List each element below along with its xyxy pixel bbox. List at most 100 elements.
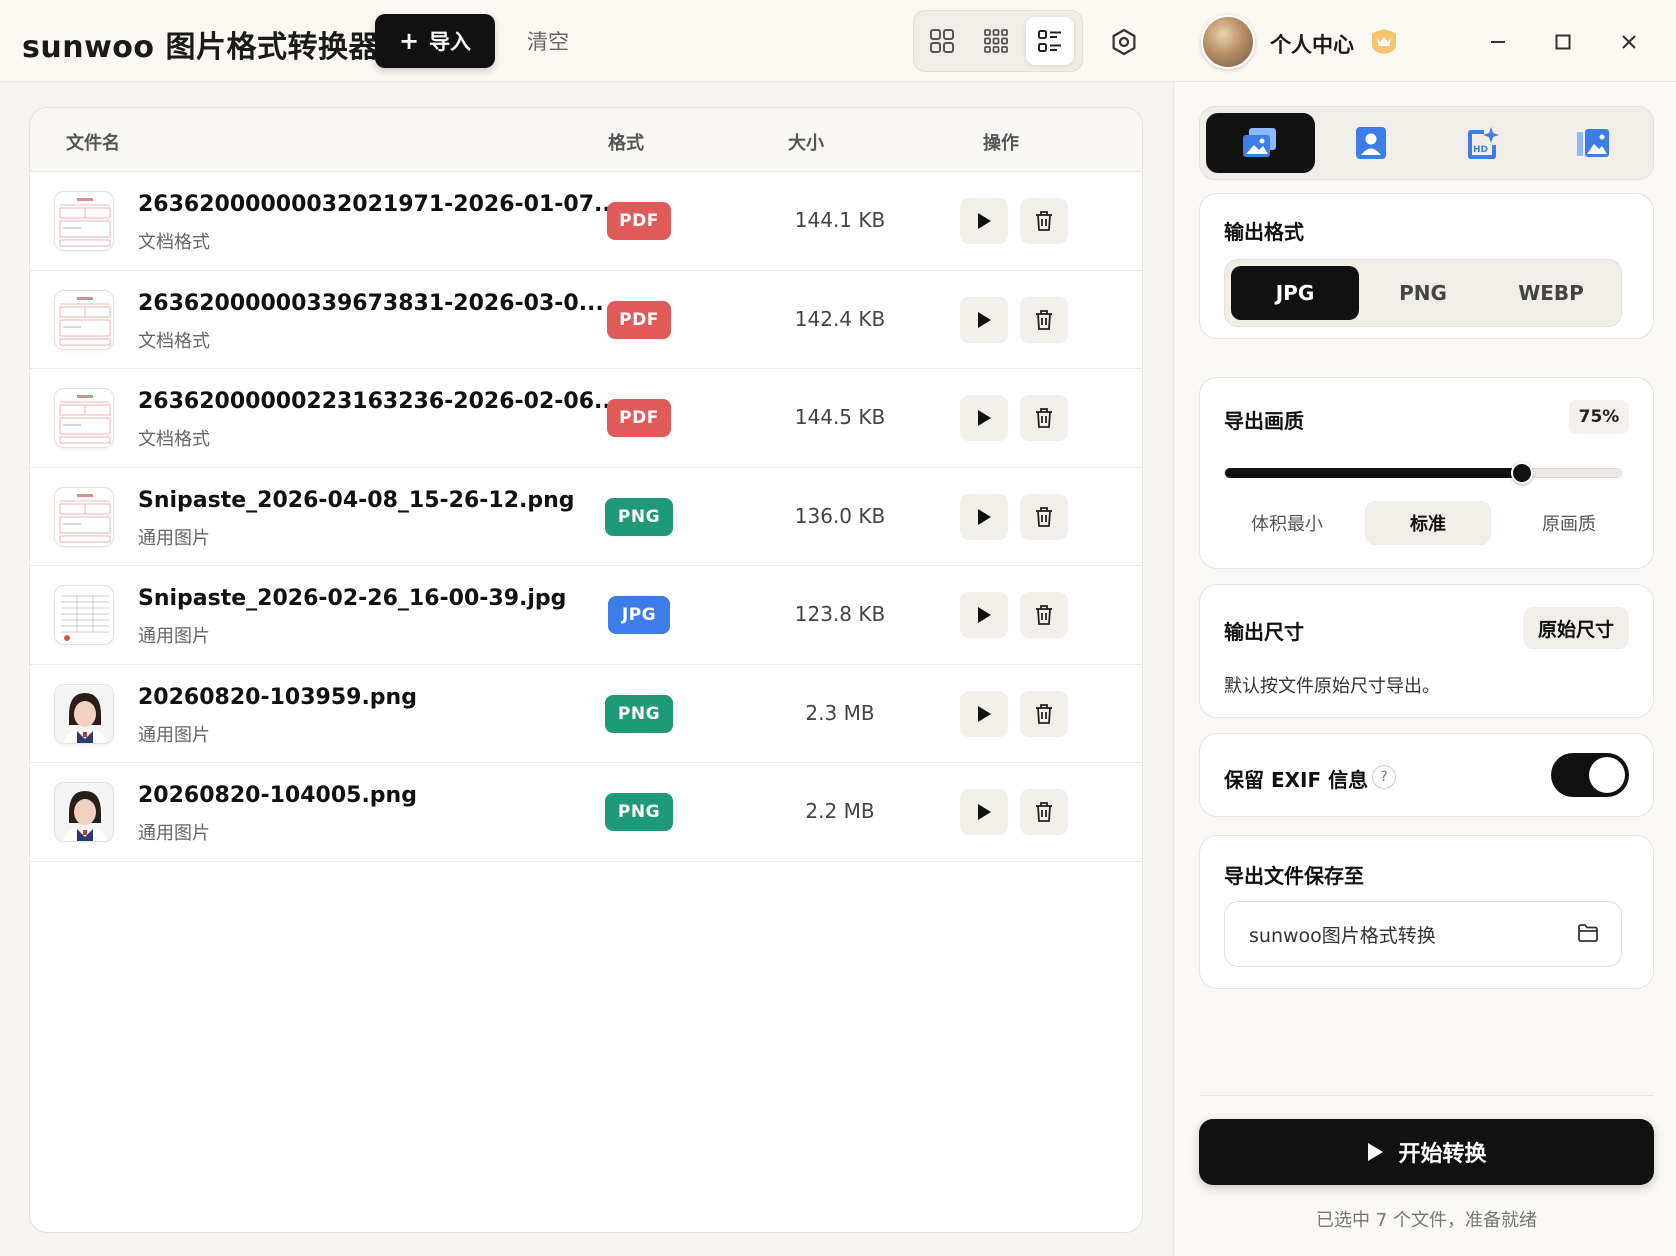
file-size: 2.3 MB bbox=[805, 700, 875, 725]
format-badge: PNG bbox=[605, 497, 673, 536]
tab-batch-tools[interactable] bbox=[1538, 113, 1647, 173]
save-path-field[interactable]: sunwoo图片格式转换 bbox=[1224, 901, 1622, 967]
help-icon[interactable]: ? bbox=[1372, 765, 1396, 789]
save-path-card: 导出文件保存至 sunwoo图片格式转换 bbox=[1199, 835, 1654, 989]
save-path-value: sunwoo图片格式转换 bbox=[1249, 924, 1436, 947]
file-thumbnail bbox=[54, 388, 114, 448]
preset-original[interactable]: 原画质 bbox=[1506, 501, 1632, 545]
convert-file-button[interactable] bbox=[960, 690, 1008, 737]
preset-smallest[interactable]: 体积最小 bbox=[1224, 501, 1350, 545]
minimize-button[interactable] bbox=[1482, 26, 1514, 58]
document-thumbnail bbox=[55, 192, 113, 250]
delete-file-button[interactable] bbox=[1020, 690, 1068, 737]
play-icon bbox=[1368, 1143, 1384, 1161]
import-button[interactable]: + 导入 bbox=[375, 14, 495, 68]
play-icon bbox=[978, 705, 991, 722]
trash-icon bbox=[1036, 506, 1052, 527]
settings-button[interactable] bbox=[1104, 22, 1144, 62]
convert-file-button[interactable] bbox=[960, 198, 1008, 244]
quality-slider-thumb[interactable] bbox=[1511, 462, 1533, 484]
small-grid-view-button[interactable] bbox=[972, 17, 1020, 65]
hd-sparkle-icon: HD bbox=[1467, 127, 1499, 159]
format-badge: JPG bbox=[608, 596, 670, 634]
file-thumbnail bbox=[54, 289, 114, 350]
file-type: 文档格式 bbox=[138, 429, 210, 450]
file-row[interactable]: Snipaste_2026-02-26_16-00-39.jpg 通用图片 JPG 1… bbox=[30, 566, 1142, 665]
file-type: 文档格式 bbox=[138, 232, 210, 253]
dimensions-card: 输出尺寸 原始尺寸 默认按文件原始尺寸导出。 bbox=[1199, 584, 1654, 718]
delete-file-button[interactable] bbox=[1020, 789, 1068, 835]
format-option-webp[interactable]: WEBP bbox=[1487, 266, 1615, 320]
close-button[interactable] bbox=[1613, 26, 1645, 58]
start-convert-button[interactable]: 开始转换 bbox=[1199, 1119, 1654, 1185]
quality-value-badge: 75% bbox=[1569, 400, 1629, 434]
format-badge: PDF bbox=[607, 202, 671, 240]
delete-file-button[interactable] bbox=[1020, 493, 1068, 540]
file-size: 136.0 KB bbox=[794, 503, 886, 528]
toggle-knob bbox=[1589, 757, 1625, 793]
format-option-jpg[interactable]: JPG bbox=[1231, 266, 1359, 320]
file-thumbnail bbox=[54, 683, 114, 744]
delete-file-button[interactable] bbox=[1020, 198, 1068, 244]
format-badge: PDF bbox=[607, 399, 671, 437]
tab-id-photo[interactable] bbox=[1317, 113, 1426, 173]
clear-button[interactable]: 清空 bbox=[527, 26, 569, 56]
convert-file-button[interactable] bbox=[960, 592, 1008, 638]
tab-hd-enhance[interactable]: HD bbox=[1428, 113, 1537, 173]
user-avatar[interactable] bbox=[1201, 15, 1255, 69]
file-size: 144.5 KB bbox=[794, 405, 886, 429]
table-thumbnail bbox=[55, 586, 113, 644]
convert-file-button[interactable] bbox=[960, 296, 1008, 343]
delete-file-button[interactable] bbox=[1020, 395, 1068, 441]
dimensions-mode-button[interactable]: 原始尺寸 bbox=[1523, 607, 1629, 649]
file-list-panel: 文件名 格式 大小 操作 26362000000032021971-2026-0… bbox=[29, 107, 1143, 1233]
convert-file-button[interactable] bbox=[960, 395, 1008, 441]
delete-file-button[interactable] bbox=[1020, 296, 1068, 343]
view-mode-switch bbox=[913, 10, 1083, 72]
app-title: sunwoo 图片格式转换器 bbox=[22, 30, 379, 65]
file-row[interactable]: 20260820-104005.png 通用图片 PNG 2.2 MB bbox=[30, 763, 1142, 862]
file-row[interactable]: Snipaste_2026-04-08_15-26-12.png 通用图片 PNG 1… bbox=[30, 468, 1142, 566]
play-icon bbox=[978, 213, 991, 229]
title-bar: sunwoo 图片格式转换器 + 导入 清空 个人中心 bbox=[0, 0, 1676, 82]
trash-icon bbox=[1036, 802, 1052, 822]
trash-icon bbox=[1036, 309, 1052, 330]
plus-icon: + bbox=[398, 27, 420, 55]
vip-crown-icon[interactable] bbox=[1368, 25, 1400, 57]
header-filename: 文件名 bbox=[66, 133, 120, 154]
quality-slider[interactable] bbox=[1224, 462, 1622, 484]
maximize-button[interactable] bbox=[1547, 26, 1579, 58]
output-format-title: 输出格式 bbox=[1224, 220, 1304, 244]
quality-presets: 体积最小 标准 原画质 bbox=[1224, 500, 1632, 546]
file-type: 通用图片 bbox=[138, 724, 210, 746]
tab-format-convert[interactable] bbox=[1206, 113, 1315, 173]
file-row[interactable]: 20260820-103959.png 通用图片 PNG 2.3 MB bbox=[30, 665, 1142, 763]
exif-toggle[interactable] bbox=[1551, 753, 1629, 797]
file-row[interactable]: 26362000000223163236-2026-02-06.... 文档格式 P… bbox=[30, 369, 1142, 468]
dimensions-description: 默认按文件原始尺寸导出。 bbox=[1224, 676, 1440, 697]
format-badge: PNG bbox=[605, 694, 673, 733]
list-view-button[interactable] bbox=[1026, 17, 1074, 65]
folder-icon[interactable] bbox=[1577, 923, 1599, 943]
delete-file-button[interactable] bbox=[1020, 592, 1068, 638]
large-grid-view-button[interactable] bbox=[918, 17, 966, 65]
trash-icon bbox=[1036, 703, 1052, 724]
convert-file-button[interactable] bbox=[960, 493, 1008, 540]
quality-title: 导出画质 bbox=[1224, 409, 1304, 433]
portrait-thumbnail bbox=[55, 684, 113, 743]
file-row[interactable]: 26362000000339673831-2026-03-0... 文档格式 PDF… bbox=[30, 271, 1142, 369]
file-row[interactable]: 26362000000032021971-2026-01-07.... 文档格式 P… bbox=[30, 172, 1142, 271]
format-badge: PDF bbox=[607, 300, 671, 339]
format-option-png[interactable]: PNG bbox=[1359, 266, 1487, 320]
portrait-thumbnail bbox=[55, 783, 113, 841]
header-size: 大小 bbox=[788, 133, 824, 154]
quality-card: 导出画质 75% 体积最小 标准 原画质 bbox=[1199, 377, 1654, 569]
save-path-title: 导出文件保存至 bbox=[1224, 864, 1364, 888]
exif-card: 保留 EXIF 信息 ? bbox=[1199, 733, 1654, 817]
file-name: Snipaste_2026-02-26_16-00-39.jpg bbox=[138, 586, 567, 611]
output-format-card: 输出格式 JPG PNG WEBP bbox=[1199, 193, 1654, 339]
file-size: 144.1 KB bbox=[794, 208, 886, 232]
preset-standard[interactable]: 标准 bbox=[1365, 501, 1491, 545]
user-center-link[interactable]: 个人中心 bbox=[1270, 29, 1354, 59]
convert-file-button[interactable] bbox=[960, 789, 1008, 835]
